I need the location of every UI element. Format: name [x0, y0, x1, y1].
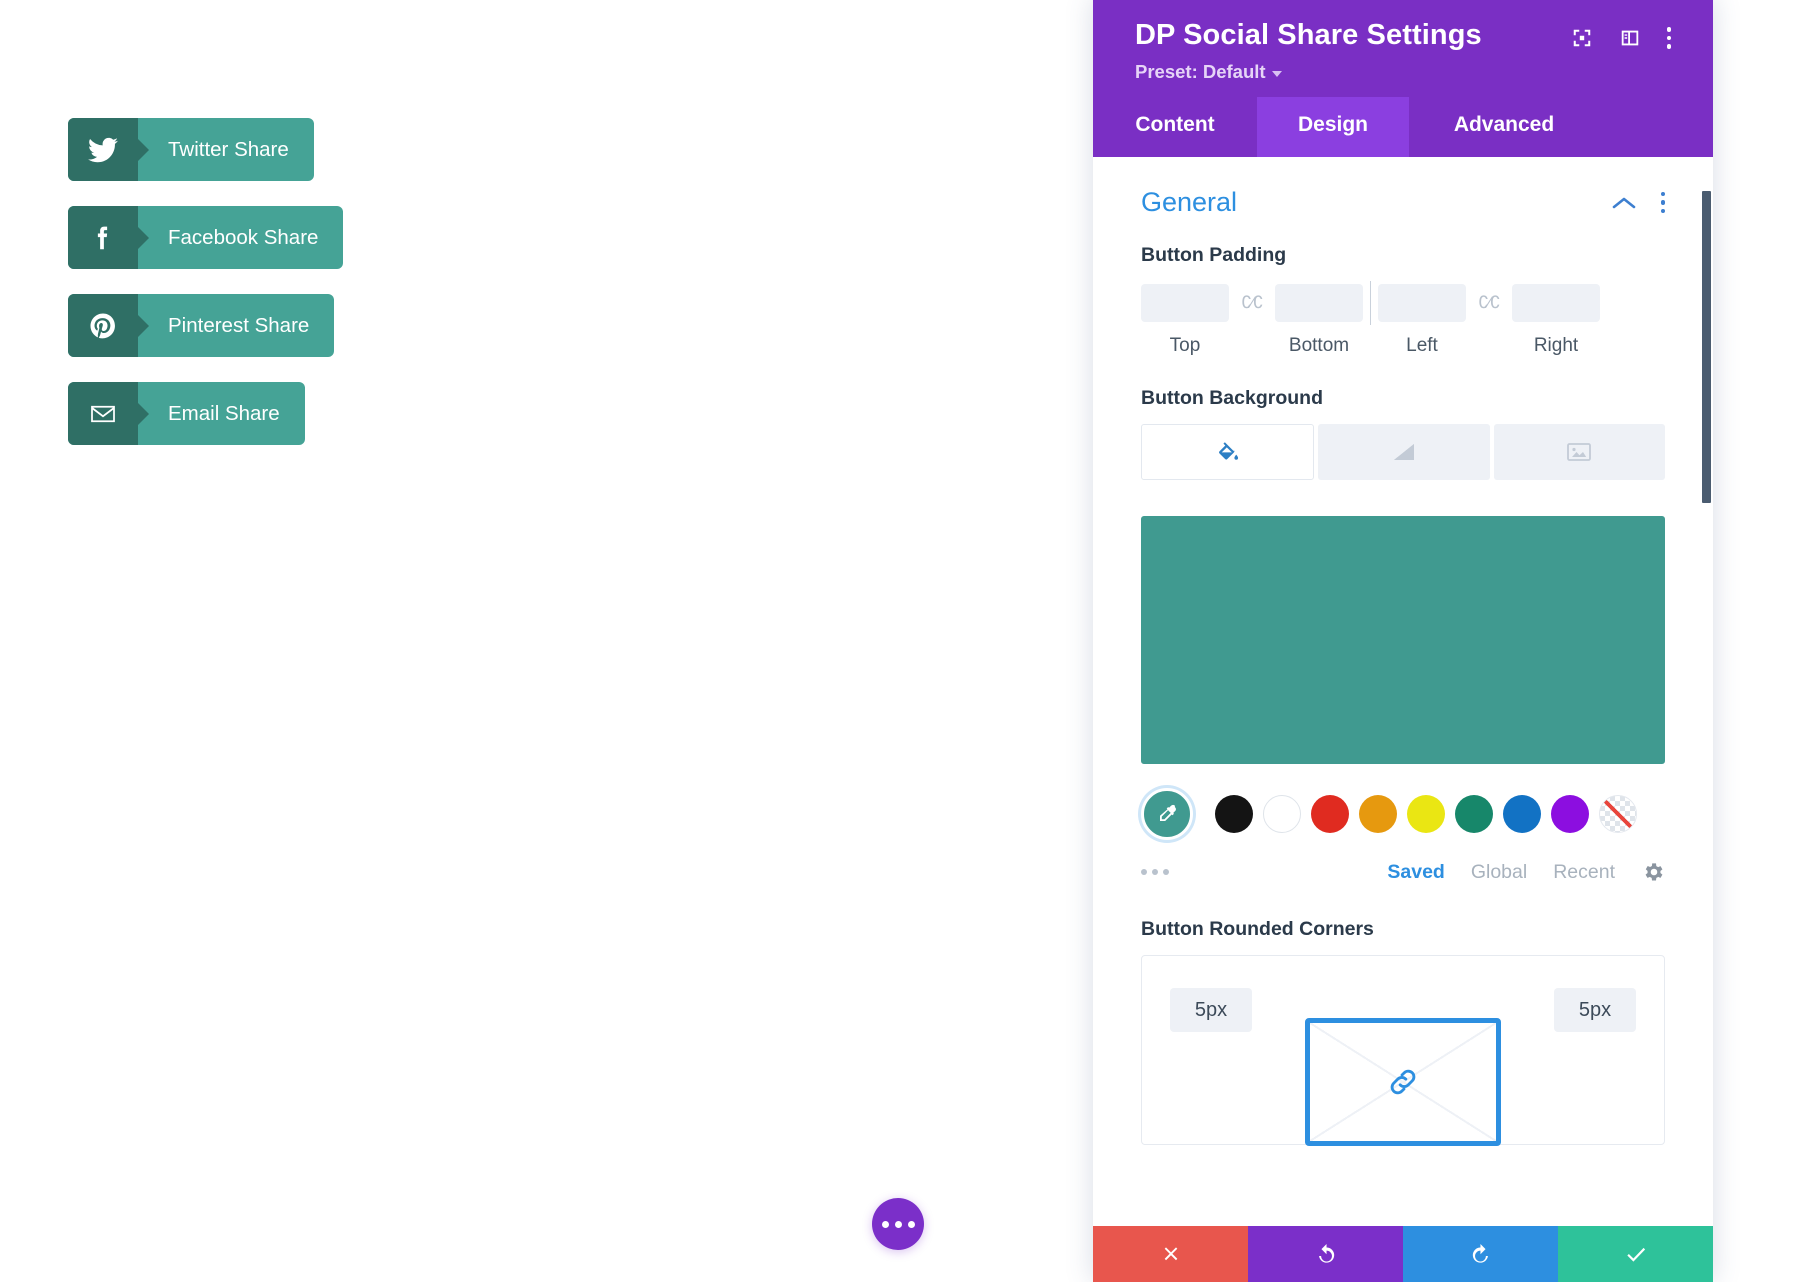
swatch-transparent[interactable]	[1599, 795, 1637, 833]
palette-meta-row: Saved Global Recent	[1141, 860, 1665, 884]
swatch-blue[interactable]	[1503, 795, 1541, 833]
panel-tabs: Content Design Advanced	[1093, 97, 1713, 157]
panel-body: General Button Padding ∁⁄∁	[1093, 157, 1713, 1226]
corner-preview-shape	[1305, 1018, 1501, 1146]
swatch-red[interactable]	[1311, 795, 1349, 833]
twitter-icon	[68, 118, 138, 181]
selected-color-preview[interactable]	[1141, 516, 1665, 764]
undo-icon	[1313, 1241, 1339, 1267]
share-button-label: Facebook Share	[138, 226, 343, 250]
tab-content[interactable]: Content	[1093, 97, 1257, 157]
email-icon	[68, 382, 138, 445]
floating-options-button[interactable]	[872, 1198, 924, 1250]
background-type-image[interactable]	[1494, 424, 1665, 480]
color-swatch-row	[1141, 788, 1665, 840]
padding-left-label: Left	[1378, 335, 1466, 357]
corner-top-left-input[interactable]: 5px	[1170, 988, 1252, 1032]
ellipsis-icon-dot	[882, 1221, 889, 1228]
padding-right-input[interactable]	[1512, 284, 1600, 322]
settings-panel: DP Social Share Settings Pres	[1093, 0, 1713, 1282]
more-vertical-icon[interactable]	[1667, 27, 1672, 49]
palette-tab-recent[interactable]: Recent	[1553, 861, 1615, 884]
preset-label: Preset: Default	[1135, 61, 1266, 83]
swatch-black[interactable]	[1215, 795, 1253, 833]
share-button-label: Email Share	[138, 402, 305, 426]
button-rounded-corners-label: Button Rounded Corners	[1141, 918, 1665, 941]
share-button-twitter[interactable]: Twitter Share	[68, 118, 314, 181]
gradient-icon	[1390, 440, 1418, 464]
rounded-corners-control: 5px 5px	[1141, 955, 1665, 1145]
share-button-pinterest[interactable]: Pinterest Share	[68, 294, 334, 357]
swatch-purple[interactable]	[1551, 795, 1589, 833]
check-icon	[1623, 1241, 1649, 1267]
cancel-button[interactable]	[1093, 1226, 1248, 1282]
redo-button[interactable]	[1403, 1226, 1558, 1282]
close-icon	[1159, 1242, 1183, 1266]
general-section-header: General	[1141, 187, 1665, 218]
button-padding-inputs: ∁⁄∁ ∁⁄∁	[1141, 281, 1665, 325]
ellipsis-icon-dot	[895, 1221, 902, 1228]
swatch-green[interactable]	[1455, 795, 1493, 833]
share-button-label: Pinterest Share	[138, 314, 334, 338]
padding-top-input[interactable]	[1141, 284, 1229, 322]
pinterest-icon	[68, 294, 138, 357]
share-button-facebook[interactable]: Facebook Share	[68, 206, 343, 269]
tab-design[interactable]: Design	[1257, 97, 1409, 157]
background-type-gradient[interactable]	[1318, 424, 1489, 480]
chain-link-icon	[1386, 1065, 1420, 1099]
chevron-down-icon	[1272, 71, 1282, 77]
layout-panel-icon[interactable]	[1619, 27, 1641, 49]
tab-advanced[interactable]: Advanced	[1409, 97, 1599, 157]
swatch-yellow[interactable]	[1407, 795, 1445, 833]
preset-selector[interactable]: Preset: Default	[1135, 61, 1282, 83]
padding-left-input[interactable]	[1378, 284, 1466, 322]
paint-bucket-icon	[1215, 439, 1241, 465]
panel-header-actions	[1571, 19, 1672, 49]
padding-bottom-input[interactable]	[1275, 284, 1363, 322]
broken-link-icon[interactable]: ∁⁄∁	[1466, 293, 1512, 313]
broken-link-icon[interactable]: ∁⁄∁	[1229, 293, 1275, 313]
scrollbar-thumb[interactable]	[1702, 191, 1711, 503]
redo-icon	[1468, 1241, 1494, 1267]
gear-icon[interactable]	[1641, 860, 1665, 884]
ellipsis-icon-dot	[908, 1221, 915, 1228]
padding-right-label: Right	[1512, 335, 1600, 357]
palette-tab-saved[interactable]: Saved	[1387, 861, 1444, 884]
button-background-label: Button Background	[1141, 387, 1665, 410]
swatch-white[interactable]	[1263, 795, 1301, 833]
chevron-up-icon[interactable]	[1611, 195, 1637, 211]
focus-target-icon[interactable]	[1571, 27, 1593, 49]
background-type-solid-color[interactable]	[1141, 424, 1314, 480]
image-icon	[1566, 441, 1592, 463]
corner-top-right-input[interactable]: 5px	[1554, 988, 1636, 1032]
divider	[1370, 281, 1371, 325]
eyedropper-icon[interactable]	[1141, 788, 1193, 840]
padding-top-label: Top	[1141, 335, 1229, 357]
palette-tab-global[interactable]: Global	[1471, 861, 1527, 884]
more-colors-icon[interactable]	[1141, 869, 1169, 875]
section-title: General	[1141, 187, 1237, 218]
section-options-icon[interactable]	[1661, 192, 1666, 214]
panel-header: DP Social Share Settings Pres	[1093, 0, 1713, 97]
share-button-label: Twitter Share	[138, 138, 314, 162]
background-type-tabs	[1141, 424, 1665, 480]
swatch-orange[interactable]	[1359, 795, 1397, 833]
button-padding-labels: Top Bottom Left Right	[1141, 335, 1665, 357]
panel-scrollbar[interactable]	[1703, 157, 1713, 1226]
save-button[interactable]	[1558, 1226, 1713, 1282]
panel-title: DP Social Share Settings	[1135, 19, 1482, 52]
padding-bottom-label: Bottom	[1275, 335, 1363, 357]
share-button-email[interactable]: Email Share	[68, 382, 305, 445]
social-share-button-list: Twitter Share Facebook Share Pinterest S…	[68, 118, 343, 445]
screen: Twitter Share Facebook Share Pinterest S…	[0, 0, 1800, 1282]
undo-button[interactable]	[1248, 1226, 1403, 1282]
facebook-icon	[68, 206, 138, 269]
button-padding-label: Button Padding	[1141, 244, 1665, 267]
panel-footer	[1093, 1226, 1713, 1282]
